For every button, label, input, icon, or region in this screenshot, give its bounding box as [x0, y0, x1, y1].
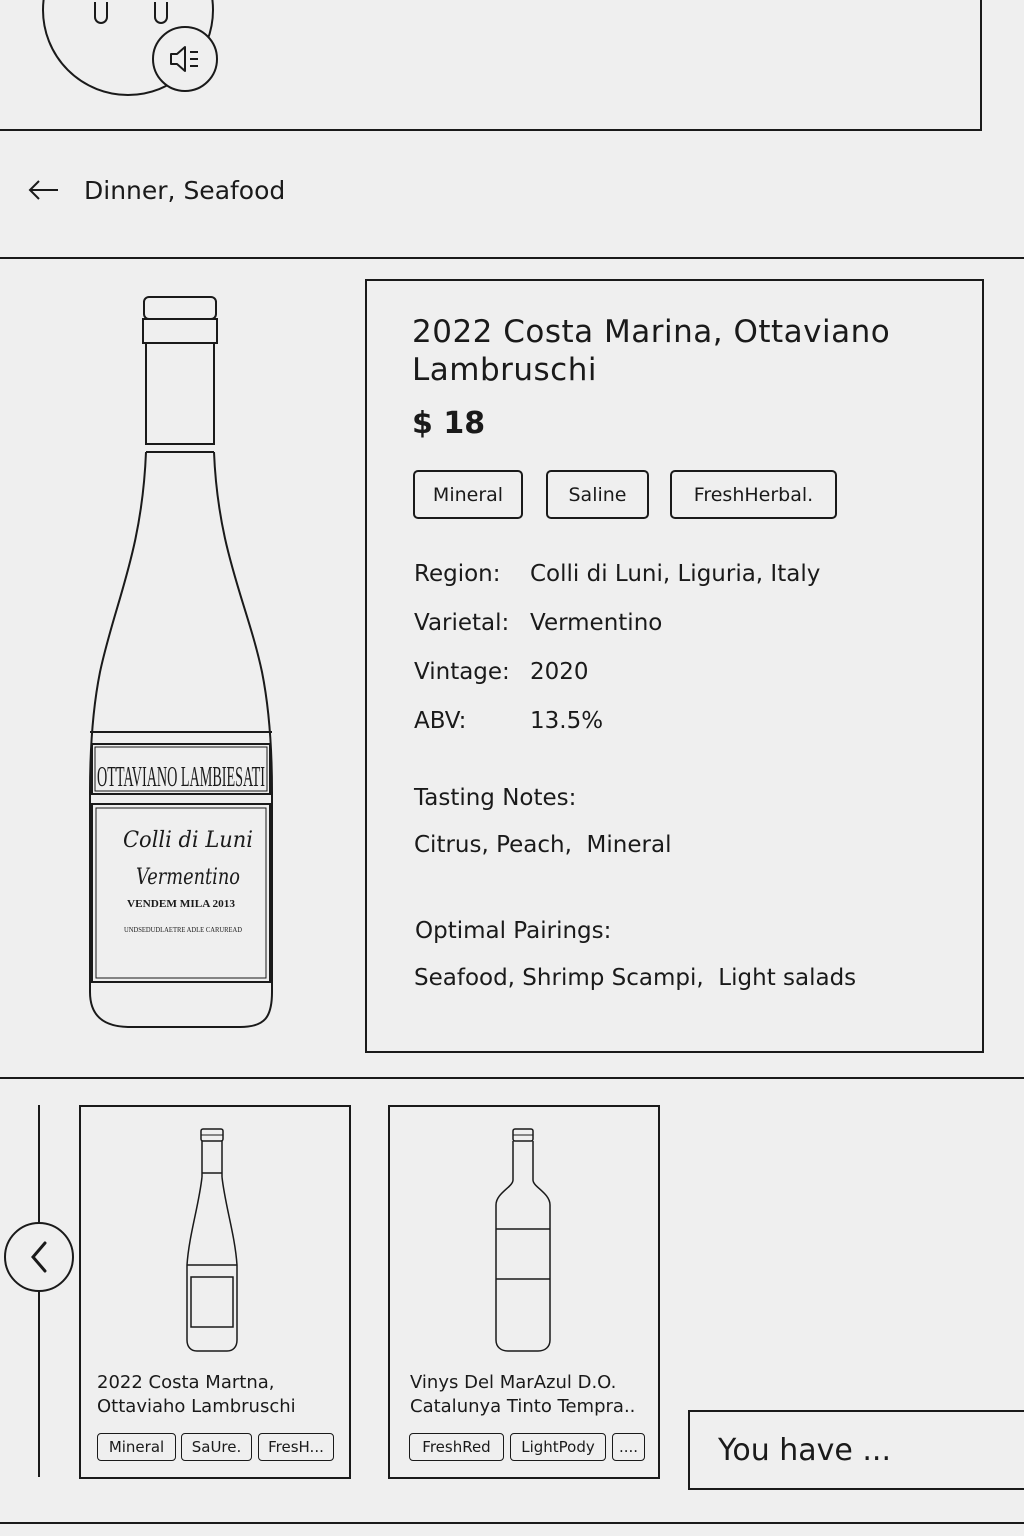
card-tag-chip[interactable]: Mineral — [97, 1433, 176, 1461]
avatar-eye-right — [154, 2, 168, 24]
wine-bottle-image: OTTAVIANO LAMBIESATI Colli di Luni Verme… — [89, 296, 273, 1028]
back-button[interactable]: Dinner, Seafood — [26, 170, 285, 210]
card-tag-chip[interactable]: FreshRed — [409, 1433, 504, 1461]
card-tag-chip[interactable]: LightPody — [510, 1433, 606, 1461]
speaker-icon — [170, 46, 198, 72]
bottle-label-vendemmia: VENDEM MILA 2013 — [127, 898, 236, 910]
card-tag-chip[interactable]: SaUre. — [181, 1433, 252, 1461]
divider — [0, 257, 1024, 259]
recommendation-card[interactable]: Vinys Del MarAzul D.O. Catalunya Tinto T… — [388, 1105, 660, 1479]
spec-label-vintage: Vintage: — [414, 659, 510, 685]
spec-value-vintage: 2020 — [530, 659, 589, 685]
wine-title: 2022 Costa Marina, Ottaviano Lambruschi — [412, 314, 891, 388]
bottle-label-producer: OTTAVIANO LAMBIESATI — [97, 762, 265, 793]
arrow-left-icon — [28, 180, 58, 200]
chat-message-input[interactable]: You have ... — [688, 1410, 1024, 1490]
bottle-label-script-1: Colli di Luni — [123, 828, 253, 853]
bottle-label-small-print: UNDSEDUDLAETRE ADLE CARUREAD — [124, 926, 242, 934]
card-title-line1: 2022 Costa Martna, — [97, 1372, 275, 1393]
spec-value-region: Colli di Luni, Liguria, Italy — [530, 561, 821, 587]
tasting-notes-heading: Tasting Notes: — [414, 785, 577, 811]
chevron-left-icon — [31, 1241, 47, 1273]
spec-label-abv: ABV: — [414, 708, 467, 734]
back-label: Dinner, Seafood — [84, 175, 286, 205]
spec-value-abv: 13.5% — [530, 708, 604, 734]
spec-value-varietal: Vermentino — [530, 610, 663, 636]
card-title-line2: Catalunya Tinto Tempra.. — [410, 1396, 636, 1417]
carousel-prev-button[interactable] — [4, 1222, 74, 1292]
wine-bottle-thumbnail — [495, 1128, 551, 1352]
card-tag-more[interactable]: .... — [612, 1433, 645, 1461]
tasting-notes-text: Citrus, Peach, Mineral — [414, 832, 672, 858]
card-tag-chip[interactable]: FresH... — [258, 1433, 334, 1461]
tag-chip[interactable]: Mineral — [413, 470, 523, 519]
spec-label-varietal: Varietal: — [414, 610, 510, 636]
wine-bottle-thumbnail — [186, 1128, 238, 1352]
divider — [0, 1522, 1024, 1524]
tag-chip[interactable]: Saline — [546, 470, 649, 519]
tag-chip[interactable]: FreshHerbal. — [670, 470, 837, 519]
bottle-label-script-2: Vermentino — [136, 865, 240, 890]
pairings-text: Seafood, Shrimp Scampi, Light salads — [414, 965, 857, 991]
recommendation-card[interactable]: 2022 Costa Martna, Ottaviaho Lambruschi … — [79, 1105, 351, 1479]
card-title-line2: Ottaviaho Lambruschi — [97, 1396, 296, 1417]
pairings-heading: Optimal Pairings: — [415, 918, 612, 944]
speaker-button[interactable] — [152, 26, 218, 92]
wine-price: $ 18 — [412, 406, 486, 441]
card-title-line1: Vinys Del MarAzul D.O. — [410, 1372, 617, 1393]
divider — [0, 1077, 1024, 1079]
avatar-eye-left — [94, 2, 108, 24]
spec-label-region: Region: — [414, 561, 501, 587]
